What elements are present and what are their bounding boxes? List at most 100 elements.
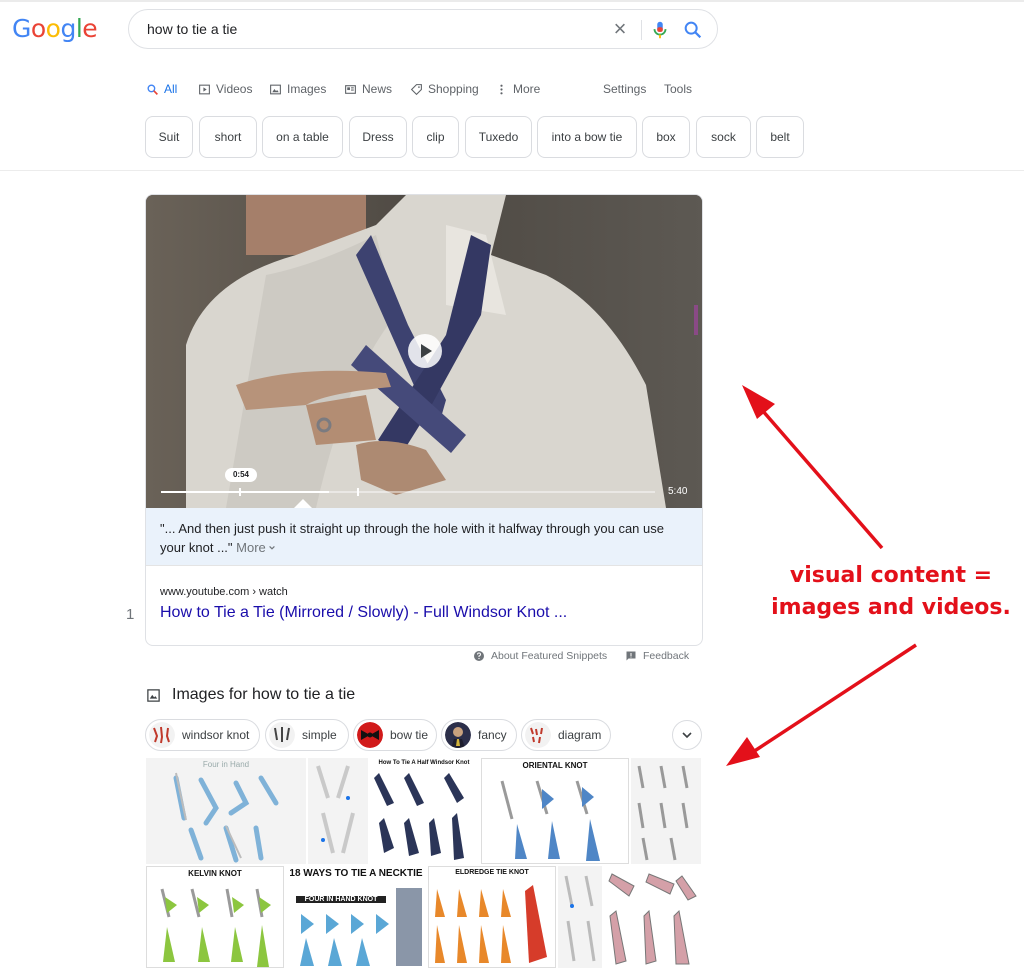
tab-label: All — [164, 82, 178, 96]
tag-icon — [410, 83, 422, 95]
image-result-four-in-hand[interactable]: Four in Hand — [146, 758, 306, 864]
pill-fancy[interactable]: fancy — [441, 719, 517, 751]
image-result-half-windsor[interactable]: How To Tie A Half Windsor Knot — [369, 758, 479, 864]
thumb-subcaption: FOUR IN HAND KNOT — [296, 896, 386, 903]
pill-diagram[interactable]: diagram — [521, 719, 611, 751]
snippet-more-button[interactable]: More — [236, 540, 276, 555]
play-button[interactable] — [408, 334, 442, 368]
transcript-snippet: "... And then just push it straight up t… — [146, 508, 702, 565]
search-icon — [147, 83, 158, 95]
thumb-caption: 18 WAYS TO TIE A NECKTIE — [289, 868, 423, 879]
tie-diagram-image — [564, 875, 596, 962]
more-vert-icon — [500, 84, 503, 94]
chip-clip[interactable]: clip — [412, 116, 459, 158]
image-result-18-ways[interactable]: 18 WAYS TO TIE A NECKTIE FOUR IN HAND KN… — [286, 866, 426, 968]
chip-box[interactable]: box — [642, 116, 690, 158]
about-label: About Featured Snippets — [491, 650, 608, 662]
tab-videos[interactable]: Videos — [198, 82, 252, 96]
tie-diagram-image — [500, 780, 600, 861]
pill-label: windsor knot — [182, 728, 250, 742]
news-icon — [345, 84, 356, 94]
expand-pills-button[interactable] — [672, 720, 702, 750]
image-result-eldredge-knot[interactable]: ELDREDGE TIE KNOT — [428, 866, 556, 968]
result-number: 1 — [126, 606, 135, 623]
chip-sock[interactable]: sock — [696, 116, 751, 158]
featured-video-card: 0:54 5:40 "... And then just push it str… — [145, 194, 703, 646]
feedback-label: Feedback — [643, 650, 690, 662]
pill-simple[interactable]: simple — [265, 719, 349, 751]
card-divider — [146, 565, 702, 566]
tab-label: News — [362, 82, 393, 96]
pill-thumbnail — [445, 722, 471, 748]
chip-dress[interactable]: Dress — [349, 116, 407, 158]
chip-on-a-table[interactable]: on a table — [262, 116, 343, 158]
annotation-text: visual content = images and videos. — [759, 560, 1023, 624]
feedback-link[interactable]: Feedback — [625, 650, 689, 662]
pill-windsor-knot[interactable]: windsor knot — [145, 719, 260, 751]
tie-diagram-image — [637, 765, 689, 861]
tie-diagram-image — [316, 765, 355, 854]
images-heading-text: Images for how to tie a tie — [172, 686, 356, 703]
header-divider — [0, 170, 1024, 171]
help-icon — [474, 651, 484, 661]
snippet-caret — [294, 499, 312, 508]
chip-short[interactable]: short — [199, 116, 257, 158]
tab-all[interactable]: All — [146, 82, 177, 96]
chip-suit[interactable]: Suit — [145, 116, 193, 158]
tab-tools[interactable]: Tools — [664, 82, 692, 96]
arrow-to-images — [726, 643, 917, 766]
search-icon[interactable] — [682, 19, 704, 41]
tab-shopping[interactable]: Shopping — [410, 82, 479, 96]
chevron-down-icon — [268, 545, 275, 550]
feedback-icon — [626, 651, 636, 661]
image-result-pink-tie[interactable] — [604, 866, 701, 968]
chip-tuxedo[interactable]: Tuxedo — [465, 116, 532, 158]
clear-icon[interactable]: × — [609, 18, 631, 40]
image-icon — [270, 84, 281, 94]
image-result-oriental-knot[interactable]: ORIENTAL KNOT — [481, 758, 629, 864]
image-icon — [147, 688, 160, 702]
tab-images[interactable]: Images — [269, 82, 326, 96]
search-divider — [641, 20, 642, 40]
arrow-to-video — [742, 385, 884, 550]
result-url[interactable]: www.youtube.com › watch — [160, 586, 288, 598]
thumb-caption: How To Tie A Half Windsor Knot — [378, 760, 470, 766]
video-player[interactable]: 0:54 5:40 — [146, 195, 702, 508]
chip-into-a-bow-tie[interactable]: into a bow tie — [537, 116, 637, 158]
tie-diagram-image — [608, 873, 697, 965]
result-title-link[interactable]: How to Tie a Tie (Mirrored / Slowly) - F… — [160, 604, 567, 622]
top-border — [0, 0, 1024, 2]
pill-label: fancy — [478, 728, 507, 742]
pill-label: bow tie — [390, 728, 429, 742]
tab-settings[interactable]: Settings — [603, 82, 646, 96]
microphone-icon[interactable] — [649, 19, 671, 41]
tab-news[interactable]: News — [344, 82, 392, 96]
google-logo[interactable]: Google — [12, 14, 98, 43]
image-result-steps-narrow[interactable] — [558, 866, 602, 968]
about-featured-snippets-link[interactable]: About Featured Snippets — [473, 650, 607, 662]
tie-diagram-image — [435, 885, 547, 963]
search-box[interactable]: how to tie a tie × — [128, 9, 718, 49]
tab-label: Videos — [216, 82, 253, 96]
pill-bow-tie[interactable]: bow tie — [353, 719, 437, 751]
chip-belt[interactable]: belt — [756, 116, 804, 158]
image-result-steps[interactable] — [308, 758, 368, 864]
key-moment-marker — [357, 488, 359, 496]
thumb-caption: KELVIN KNOT — [188, 869, 242, 878]
thumb-caption: ELDREDGE TIE KNOT — [455, 869, 529, 876]
tie-diagram-image — [160, 888, 271, 967]
image-result-kelvin-knot[interactable]: KELVIN KNOT — [146, 866, 284, 968]
pill-thumbnail — [269, 722, 295, 748]
images-section-heading[interactable]: Images for how to tie a tie — [146, 686, 355, 704]
progress-fill — [161, 491, 329, 493]
key-moment-marker — [239, 488, 241, 496]
tab-label: More — [513, 82, 541, 96]
more-label: More — [236, 540, 266, 555]
pill-thumbnail — [149, 722, 175, 748]
video-progress-bar[interactable] — [161, 488, 655, 496]
tab-more[interactable]: More — [495, 82, 540, 96]
search-input[interactable]: how to tie a tie — [147, 21, 237, 37]
thumb-caption: Four in Hand — [202, 760, 250, 769]
image-result-diagram-grid[interactable] — [631, 758, 701, 864]
tie-diagram-image — [173, 772, 279, 863]
